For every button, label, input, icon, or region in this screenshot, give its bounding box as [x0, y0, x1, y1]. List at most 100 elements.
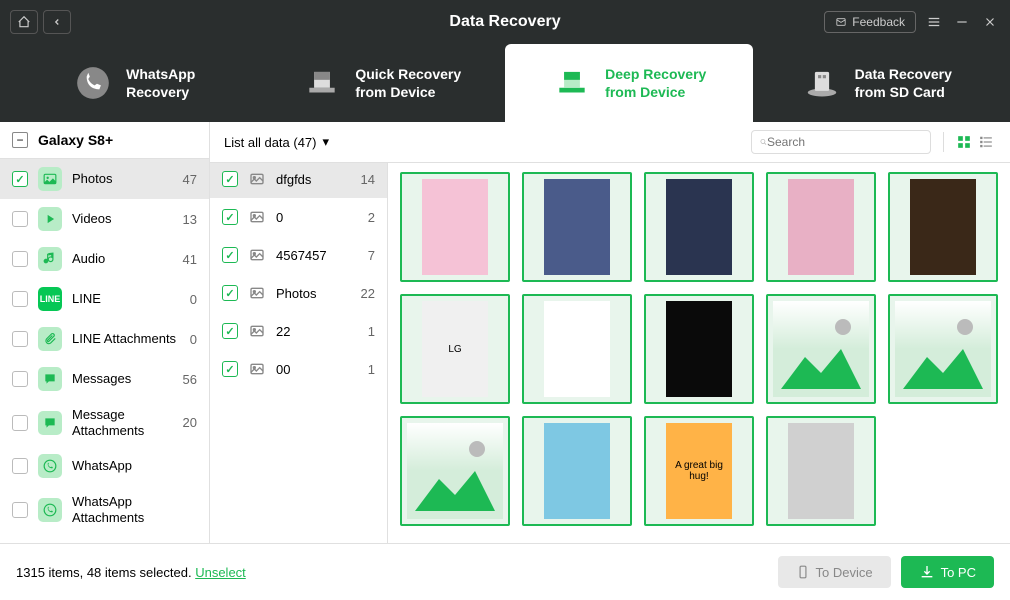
placeholder-image — [895, 301, 991, 397]
close-button[interactable] — [980, 12, 1000, 32]
folder-checkbox[interactable] — [222, 247, 238, 263]
category-item[interactable]: Photos 47 — [0, 159, 209, 199]
image-icon — [248, 360, 266, 378]
thumbnail[interactable] — [522, 294, 632, 404]
close-icon — [983, 15, 997, 29]
thumbnail[interactable]: LG — [400, 294, 510, 404]
thumbnail[interactable] — [522, 416, 632, 526]
category-name: WhatsApp Attachments — [72, 494, 187, 525]
category-count: 41 — [183, 252, 197, 267]
category-icon — [38, 167, 62, 191]
tab-whatsapp[interactable]: WhatsAppRecovery — [10, 44, 258, 122]
thumbnail-image — [544, 179, 609, 275]
mail-icon — [835, 17, 847, 27]
tab-data-recovery[interactable]: Data Recoveryfrom SD Card — [753, 44, 1001, 122]
category-item[interactable]: Message Attachments 20 — [0, 399, 209, 446]
category-icon — [38, 207, 62, 231]
category-count: 20 — [183, 415, 197, 430]
category-item[interactable]: WhatsApp Attachments — [0, 486, 209, 533]
search-box[interactable] — [751, 130, 931, 154]
category-name: Audio — [72, 251, 173, 267]
category-checkbox[interactable] — [12, 458, 28, 474]
thumbnail[interactable] — [400, 416, 510, 526]
folder-item[interactable]: 22 1 — [210, 312, 387, 350]
category-name: Message Attachments — [72, 407, 173, 438]
category-item[interactable]: Videos 13 — [0, 199, 209, 239]
category-item[interactable]: Audio 41 — [0, 239, 209, 279]
thumbnail[interactable] — [888, 172, 998, 282]
image-icon — [248, 208, 266, 226]
thumbnail[interactable] — [766, 416, 876, 526]
tab-deep-recovery[interactable]: Deep Recoveryfrom Device — [505, 44, 753, 122]
grid-view-button[interactable] — [954, 132, 974, 152]
list-view-button[interactable] — [976, 132, 996, 152]
category-checkbox[interactable] — [12, 371, 28, 387]
thumbnail[interactable] — [766, 294, 876, 404]
folder-item[interactable]: 00 1 — [210, 350, 387, 388]
folder-item[interactable]: 4567457 7 — [210, 236, 387, 274]
folder-item[interactable]: 0 2 — [210, 198, 387, 236]
category-count: 0 — [190, 292, 197, 307]
thumbnail[interactable] — [522, 172, 632, 282]
folder-checkbox[interactable] — [222, 285, 238, 301]
thumbnail-image — [666, 301, 731, 397]
thumbnail-image — [910, 179, 975, 275]
device-collapse-toggle[interactable]: − — [12, 132, 28, 148]
thumbnail[interactable]: A great big hug! — [644, 416, 754, 526]
category-item[interactable]: Messages 56 — [0, 359, 209, 399]
category-checkbox[interactable] — [12, 331, 28, 347]
category-item[interactable]: LINE LINE 0 — [0, 279, 209, 319]
category-icon — [38, 498, 62, 522]
feedback-button[interactable]: Feedback — [824, 11, 916, 33]
category-checkbox[interactable] — [12, 291, 28, 307]
menu-button[interactable] — [924, 12, 944, 32]
thumbnail-image — [544, 423, 609, 519]
folder-checkbox[interactable] — [222, 209, 238, 225]
status-text: 1315 items, 48 items selected. Unselect — [16, 565, 246, 580]
thumbnail-image — [666, 179, 731, 275]
folder-checkbox[interactable] — [222, 361, 238, 377]
folder-count: 1 — [368, 324, 375, 339]
folder-item[interactable]: Photos 22 — [210, 274, 387, 312]
category-name: Messages — [72, 371, 173, 387]
to-device-button[interactable]: To Device — [778, 556, 891, 588]
category-count: 13 — [183, 212, 197, 227]
category-item[interactable]: WhatsApp — [0, 446, 209, 486]
folder-checkbox[interactable] — [222, 171, 238, 187]
search-input[interactable] — [767, 135, 922, 149]
folder-item[interactable]: dfgfds 14 — [210, 160, 387, 198]
device-name: Galaxy S8+ — [38, 132, 113, 148]
thumbnail[interactable] — [766, 172, 876, 282]
category-name: LINE — [72, 291, 180, 307]
back-button[interactable] — [43, 10, 71, 34]
category-count: 0 — [190, 332, 197, 347]
category-checkbox[interactable] — [12, 171, 28, 187]
tab-label: Data Recoveryfrom SD Card — [855, 65, 952, 101]
category-checkbox[interactable] — [12, 211, 28, 227]
grid-icon — [957, 135, 971, 149]
thumbnail[interactable] — [400, 172, 510, 282]
minimize-button[interactable] — [952, 12, 972, 32]
folder-count: 14 — [361, 172, 375, 187]
folder-count: 22 — [361, 286, 375, 301]
thumbnail[interactable] — [644, 172, 754, 282]
category-checkbox[interactable] — [12, 502, 28, 518]
tab-label: Quick Recoveryfrom Device — [355, 65, 461, 101]
tab-label: Deep Recoveryfrom Device — [605, 65, 706, 101]
search-icon — [760, 135, 767, 149]
thumbnail[interactable] — [888, 294, 998, 404]
folder-checkbox[interactable] — [222, 323, 238, 339]
thumbnail-image — [422, 179, 487, 275]
to-pc-button[interactable]: To PC — [901, 556, 994, 588]
minimize-icon — [955, 15, 969, 29]
tab-quick-recovery[interactable]: Quick Recoveryfrom Device — [258, 44, 506, 122]
thumbnail[interactable] — [644, 294, 754, 404]
unselect-link[interactable]: Unselect — [195, 565, 246, 580]
category-item[interactable]: LINE Attachments 0 — [0, 319, 209, 359]
placeholder-image — [773, 301, 869, 397]
home-button[interactable] — [10, 10, 38, 34]
image-icon — [248, 322, 266, 340]
category-checkbox[interactable] — [12, 415, 28, 431]
category-checkbox[interactable] — [12, 251, 28, 267]
folder-count: 1 — [368, 362, 375, 377]
